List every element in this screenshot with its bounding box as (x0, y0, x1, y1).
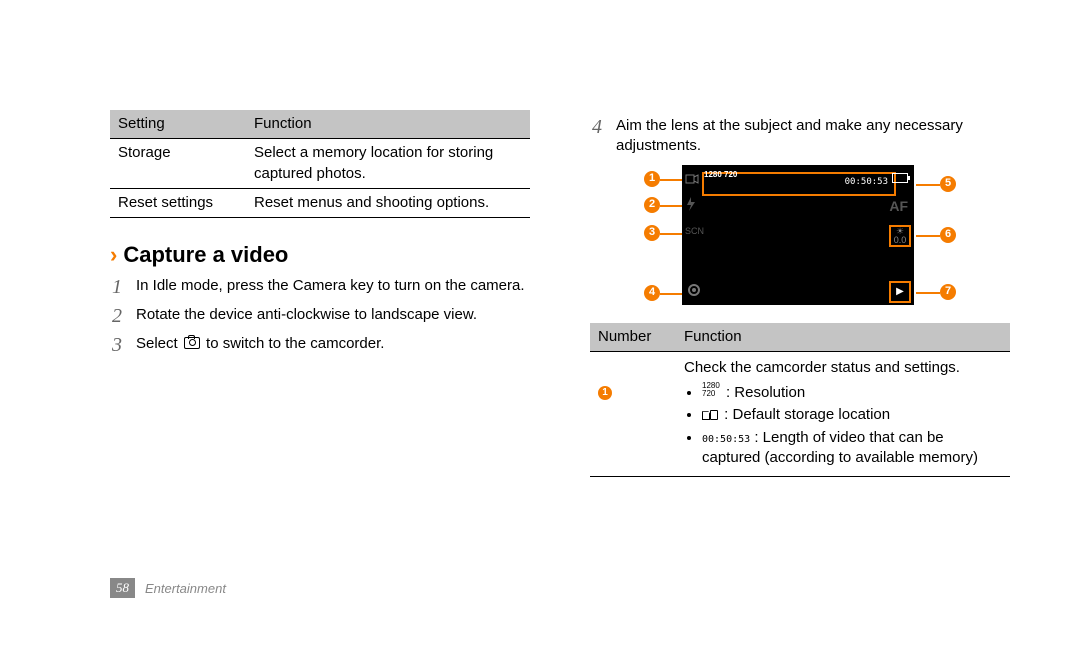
table-row: 1 Check the camcorder status and setting… (590, 351, 1010, 476)
exposure-label: ☀0.0 (894, 227, 907, 245)
callout-lead (660, 205, 682, 207)
nft-function-cell: Check the camcorder status and settings.… (676, 351, 1010, 476)
bullet-resolution: 1280720 : Resolution (702, 382, 1002, 403)
callout-badge: 1 (644, 171, 660, 187)
scene-icon: SCN (685, 225, 704, 237)
callout-lead (660, 233, 682, 235)
number-function-table: Number Function 1 Check the camcorder st… (590, 323, 1010, 478)
nft-header-function: Function (676, 323, 1010, 352)
step-item: 4 Aim the lens at the subject and make a… (590, 116, 1010, 157)
resolution-label: 1280 720 (704, 171, 737, 179)
settings-header-setting: Setting (110, 110, 246, 139)
setting-name: Storage (110, 139, 246, 189)
callout-lead (916, 184, 940, 186)
step-number: 2 (110, 305, 124, 328)
page-footer: 58 Entertainment (110, 578, 226, 598)
resolution-icon: 1280720 (702, 382, 720, 398)
callout-badge: 2 (644, 197, 660, 213)
page-number: 58 (110, 578, 135, 598)
section-name: Entertainment (145, 581, 226, 596)
step-item: 1 In Idle mode, press the Camera key to … (110, 276, 530, 299)
nft-number-cell: 1 (590, 351, 676, 476)
callout-badge: 1 (598, 386, 612, 400)
callout-badge: 3 (644, 225, 660, 241)
settings-icon (685, 281, 703, 299)
chevron-right-icon: › (110, 244, 117, 266)
callout-badge: 6 (940, 227, 956, 243)
step-text: Select to switch to the camcorder. (136, 334, 530, 354)
camcorder-diagram: 1280 720 00:50:53 SCN AF ☀0.0 ▶ (630, 165, 970, 315)
heading-text: Capture a video (123, 240, 288, 270)
step-text: Rotate the device anti-clockwise to land… (136, 305, 530, 325)
nft-header-number: Number (590, 323, 676, 352)
settings-table: Setting Function Storage Select a memory… (110, 110, 530, 218)
camcorder-icon (685, 172, 699, 190)
callout-lead (660, 293, 682, 295)
section-heading: › Capture a video (110, 240, 530, 270)
callout-badge: 4 (644, 285, 660, 301)
left-column: Setting Function Storage Select a memory… (110, 110, 530, 477)
nft-bullets: 1280720 : Resolution : Default storage l… (684, 382, 1002, 468)
nft-intro: Check the camcorder status and settings. (684, 358, 1002, 378)
storage-icon (702, 410, 718, 420)
step-text: In Idle mode, press the Camera key to tu… (136, 276, 530, 296)
right-column: 4 Aim the lens at the subject and make a… (590, 110, 1010, 477)
step-number: 4 (590, 116, 604, 139)
callout-badge: 5 (940, 176, 956, 192)
time-label: 00:50:53 (845, 176, 888, 188)
setting-function: Select a memory location for storing cap… (246, 139, 530, 189)
bullet-storage: : Default storage location (702, 405, 1002, 425)
table-row: Reset settings Reset menus and shooting … (110, 188, 530, 217)
setting-name: Reset settings (110, 188, 246, 217)
table-row: Storage Select a memory location for sto… (110, 139, 530, 189)
bullet-time: 00:50:53 : Length of video that can be c… (702, 428, 1002, 469)
battery-icon (892, 173, 908, 183)
callout-lead (916, 292, 940, 294)
setting-function: Reset menus and shooting options. (246, 188, 530, 217)
play-icon: ▶ (896, 285, 904, 299)
exposure-highlight: ☀0.0 (889, 225, 911, 247)
flash-icon (685, 197, 697, 216)
camera-icon (184, 337, 200, 349)
settings-header-function: Function (246, 110, 530, 139)
lcd-screen: 1280 720 00:50:53 SCN AF ☀0.0 ▶ (682, 165, 914, 305)
callout-lead (916, 235, 940, 237)
record-highlight: ▶ (889, 281, 911, 303)
step-number: 3 (110, 334, 124, 357)
af-label: AF (889, 197, 908, 216)
step-text: Aim the lens at the subject and make any… (616, 116, 1010, 157)
callout-badge: 7 (940, 284, 956, 300)
step-item: 2 Rotate the device anti-clockwise to la… (110, 305, 530, 328)
time-code: 00:50:53 (702, 434, 750, 445)
steps-list: 1 In Idle mode, press the Camera key to … (110, 276, 530, 357)
step-number: 1 (110, 276, 124, 299)
callout-lead (660, 179, 682, 181)
step-item: 3 Select to switch to the camcorder. (110, 334, 530, 357)
